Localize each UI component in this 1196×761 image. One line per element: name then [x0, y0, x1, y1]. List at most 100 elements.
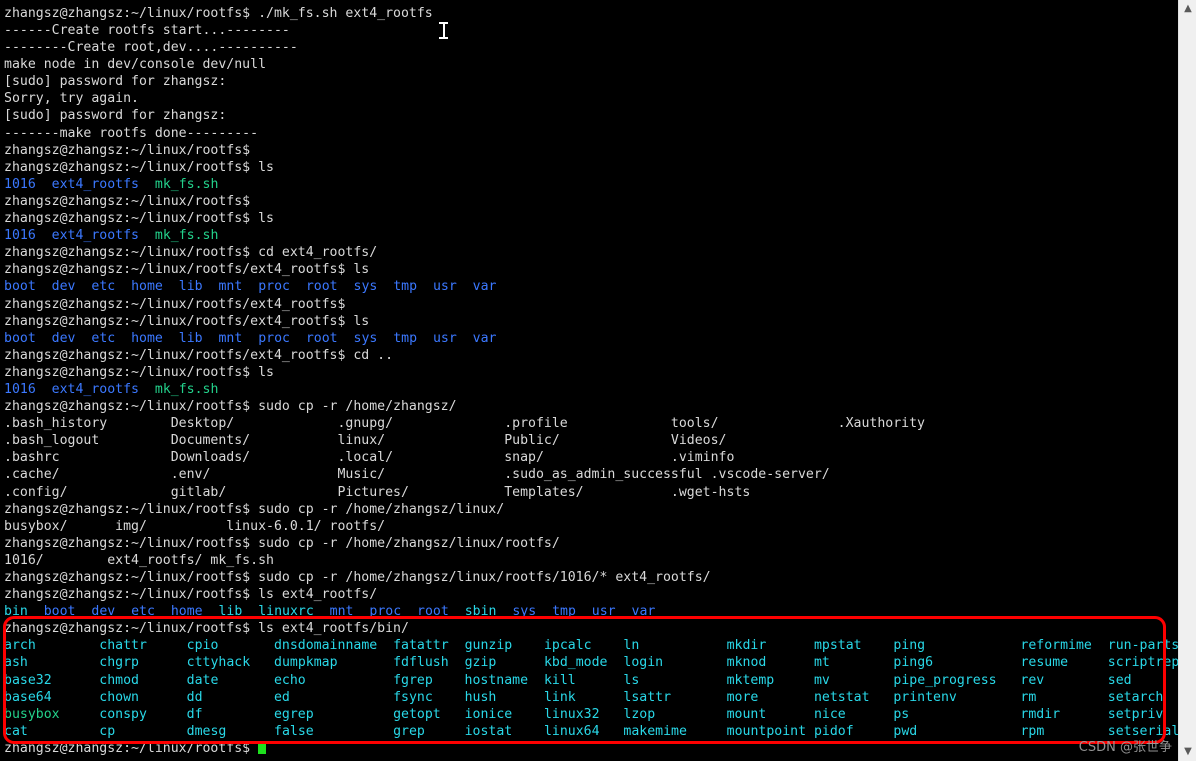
- terminal-text: mv: [813, 672, 830, 688]
- terminal-text: .bash_logout Documents/ linux/ Public/ V…: [4, 433, 727, 449]
- terminal-line: zhangsz@zhangsz:~/linux/rootfs/ext4_root…: [0, 261, 1178, 278]
- terminal-line: boot dev etc home lib mnt proc root sys …: [0, 278, 1178, 295]
- terminal-line: zhangsz@zhangsz:~/linux/rootfs/ext4_root…: [0, 313, 1178, 330]
- terminal-line: .bash_logout Documents/ linux/ Public/ V…: [0, 432, 1178, 449]
- terminal-text: lib: [218, 604, 243, 620]
- terminal-text: .bashrc Downloads/ .local/ snap/ .viminf…: [4, 450, 735, 466]
- terminal-text: var: [631, 604, 656, 620]
- terminal-text: dmesg: [186, 723, 227, 739]
- terminal-text: sbin: [464, 604, 497, 620]
- terminal-line: zhangsz@zhangsz:~/linux/rootfs$ ls: [0, 159, 1178, 176]
- terminal-text: zhangsz@zhangsz:~/linux/rootfs/ext4_root…: [4, 296, 346, 312]
- terminal-text: zhangsz@zhangsz:~/linux/rootfs$: [4, 740, 259, 756]
- terminal-text: grep: [393, 723, 425, 739]
- terminal-text: link: [543, 689, 576, 705]
- terminal-line: arch chattr cpio dnsdomainname fatattr g…: [0, 637, 1178, 654]
- terminal-text: Sorry, try again.: [4, 91, 139, 107]
- terminal-text: chown: [99, 689, 139, 705]
- terminal-line: 1016/ ext4_rootfs/ mk_fs.sh: [0, 552, 1178, 569]
- terminal-text: fatattr: [393, 638, 449, 654]
- terminal-output-area[interactable]: zhangsz@zhangsz:~/linux/rootfs$ ./mk_fs.…: [0, 0, 1178, 761]
- terminal-text: mnt: [329, 604, 354, 620]
- vertical-scrollbar[interactable]: ▲ ▼: [1178, 0, 1196, 761]
- terminal-text: zhangsz@zhangsz:~/linux/rootfs$ ls: [4, 159, 274, 175]
- terminal-text: mt: [813, 655, 830, 671]
- terminal-text: sys: [353, 330, 378, 346]
- terminal-line: -------make rootfs done---------: [0, 125, 1178, 142]
- terminal-text: egrep: [273, 706, 314, 722]
- terminal-text: lzop: [623, 706, 656, 722]
- terminal-text: mount: [726, 706, 767, 722]
- terminal-text: run-parts: [1107, 638, 1178, 654]
- terminal-text: reformime: [1020, 638, 1092, 654]
- terminal-text: ping6: [893, 655, 934, 671]
- terminal-text: chmod: [99, 672, 139, 688]
- terminal-text: fdflush: [393, 655, 449, 671]
- terminal-text: netstat: [813, 689, 870, 705]
- scroll-down-arrow-icon[interactable]: ▼: [1179, 743, 1196, 761]
- terminal-text: kill: [543, 672, 576, 688]
- scroll-up-arrow-icon[interactable]: ▲: [1179, 0, 1196, 18]
- terminal-text: ln: [623, 638, 640, 654]
- terminal-text: ed: [273, 689, 290, 705]
- terminal-text: zhangsz@zhangsz:~/linux/rootfs$ ./mk_fs.…: [4, 6, 433, 21]
- terminal-text: home: [131, 279, 163, 295]
- terminal-line: .bashrc Downloads/ .local/ snap/ .viminf…: [0, 449, 1178, 466]
- terminal-text: linuxrc: [258, 604, 314, 620]
- terminal-line: .bash_history Desktop/ .gnupg/ .profile …: [0, 415, 1178, 432]
- terminal-line: zhangsz@zhangsz:~/linux/rootfs$ sudo cp …: [0, 398, 1178, 415]
- terminal-text: dnsdomainname: [273, 638, 378, 654]
- terminal-text: setpriv: [1107, 706, 1164, 722]
- terminal-text: busybox: [4, 706, 60, 722]
- terminal-text: proc: [258, 279, 290, 295]
- terminal-text: 1016: [4, 228, 36, 244]
- terminal-line: .cache/ .env/ Music/ .sudo_as_admin_succ…: [0, 466, 1178, 483]
- terminal-text: ps: [893, 706, 910, 722]
- terminal-text: fsync: [393, 689, 433, 705]
- terminal-text: kbd_mode: [543, 655, 608, 671]
- terminal-text: mknod: [726, 655, 767, 671]
- terminal-text: zhangsz@zhangsz:~/linux/rootfs/ext4_root…: [4, 262, 370, 278]
- terminal-text: dumpkmap: [274, 655, 338, 671]
- terminal-text: resume: [1020, 655, 1069, 671]
- terminal-text: tmp: [393, 330, 418, 346]
- terminal-text: dd: [186, 689, 203, 705]
- terminal-text: ls: [623, 672, 640, 688]
- terminal-text: zhangsz@zhangsz:~/linux/rootfs$: [4, 193, 251, 209]
- terminal-text: echo: [273, 672, 306, 688]
- terminal-screenshot: zhangsz@zhangsz:~/linux/rootfs$ ./mk_fs.…: [0, 0, 1196, 761]
- terminal-line: 1016 ext4_rootfs mk_fs.sh: [0, 176, 1178, 193]
- terminal-text: mkdir: [726, 638, 767, 654]
- terminal-line: zhangsz@zhangsz:~/linux/rootfs$: [0, 193, 1178, 210]
